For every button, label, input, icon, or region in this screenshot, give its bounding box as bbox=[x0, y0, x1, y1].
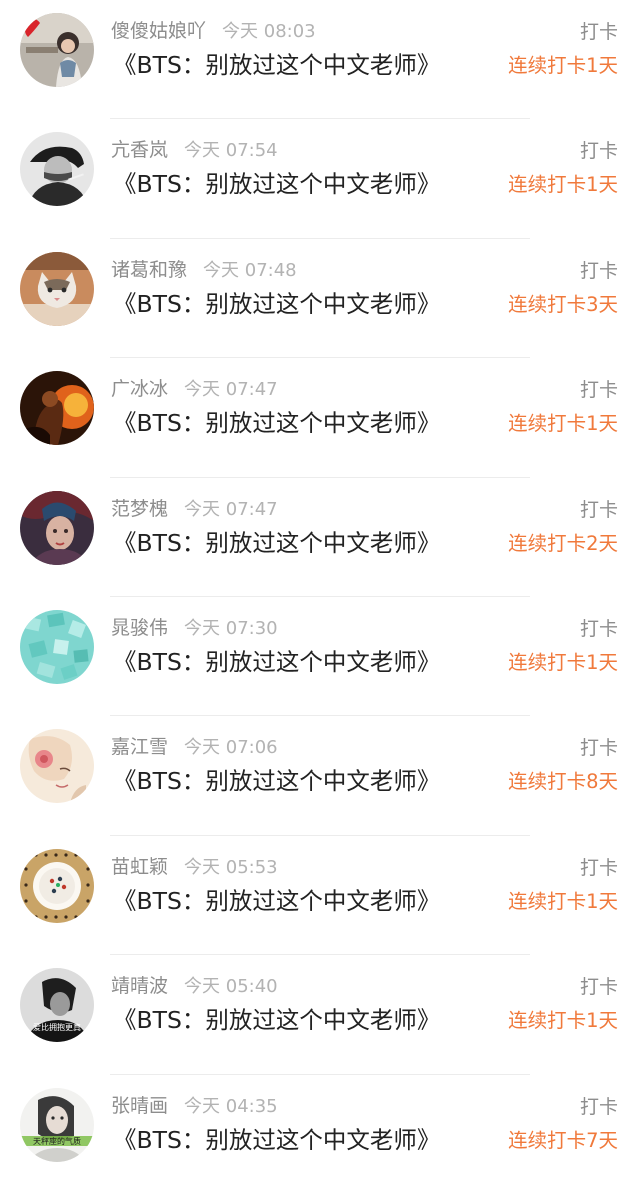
course-title[interactable]: 《BTS：别放过这个中文老师》 bbox=[113, 646, 440, 678]
list-item[interactable]: 爱比拥抱更真 靖晴波 今天 05:40 《BTS：别放过这个中文老师》 打卡 连续… bbox=[0, 955, 640, 1075]
checkin-tag: 打卡 bbox=[579, 498, 618, 521]
avatar-girl-photo-icon[interactable] bbox=[20, 13, 94, 87]
checkin-feed-list: 傻傻姑娘吖 今天 08:03 《BTS：别放过这个中文老师》 打卡 连续打卡1天 … bbox=[0, 0, 640, 1194]
avatar-plate-icon[interactable] bbox=[20, 848, 94, 923]
avatar-bw-portrait-icon[interactable] bbox=[20, 132, 94, 207]
streak-text: 连续打卡1天 bbox=[508, 889, 618, 913]
avatar-game-character-icon[interactable] bbox=[20, 490, 94, 565]
list-item[interactable]: 诸葛和豫 今天 07:48 《BTS：别放过这个中文老师》 打卡 连续打卡3天 bbox=[0, 239, 640, 359]
post-time: 今天 07:54 bbox=[184, 140, 278, 162]
checkin-tag: 打卡 bbox=[579, 21, 618, 43]
course-title[interactable]: 《BTS：别放过这个中文老师》 bbox=[113, 527, 440, 559]
course-title[interactable]: 《BTS：别放过这个中文老师》 bbox=[113, 885, 440, 917]
post-time: 今天 07:47 bbox=[184, 498, 278, 520]
checkin-tag: 打卡 bbox=[579, 140, 618, 163]
user-name[interactable]: 张晴画 bbox=[111, 1095, 168, 1117]
course-title[interactable]: 《BTS：别放过这个中文老师》 bbox=[113, 765, 440, 797]
list-item[interactable]: 傻傻姑娘吖 今天 08:03 《BTS：别放过这个中文老师》 打卡 连续打卡1天 bbox=[0, 0, 640, 120]
user-name[interactable]: 苗虹颖 bbox=[111, 856, 168, 878]
course-title[interactable]: 《BTS：别放过这个中文老师》 bbox=[113, 1004, 440, 1036]
user-name[interactable]: 靖晴波 bbox=[111, 975, 168, 997]
checkin-tag: 打卡 bbox=[579, 617, 618, 640]
course-title[interactable]: 《BTS：别放过这个中文老师》 bbox=[113, 168, 440, 200]
checkin-tag: 打卡 bbox=[579, 976, 618, 999]
avatar-caption: 天秤座的气质 bbox=[33, 1136, 81, 1146]
item-meta: 亢香岚 今天 07:54 bbox=[111, 137, 278, 164]
post-time: 今天 07:47 bbox=[184, 379, 278, 401]
streak-text: 连续打卡3天 bbox=[508, 292, 618, 316]
checkin-tag: 打卡 bbox=[579, 1095, 618, 1118]
list-item[interactable]: 嘉江雪 今天 07:06 《BTS：别放过这个中文老师》 打卡 连续打卡8天 bbox=[0, 716, 640, 836]
item-meta: 范梦槐 今天 07:47 bbox=[111, 496, 278, 523]
post-time: 今天 05:40 bbox=[184, 976, 278, 998]
avatar-light-portrait-icon[interactable]: 天秤座的气质 bbox=[20, 1087, 94, 1162]
avatar-fire-warrior-icon[interactable] bbox=[20, 371, 94, 446]
list-item[interactable]: 亢香岚 今天 07:54 《BTS：别放过这个中文老师》 打卡 连续打卡1天 bbox=[0, 119, 640, 239]
post-time: 今天 04:35 bbox=[184, 1095, 278, 1117]
course-title[interactable]: 《BTS：别放过这个中文老师》 bbox=[113, 49, 440, 81]
checkin-tag: 打卡 bbox=[579, 737, 618, 760]
list-item[interactable]: 广冰冰 今天 07:47 《BTS：别放过这个中文老师》 打卡 连续打卡1天 bbox=[0, 358, 640, 478]
user-name[interactable]: 范梦槐 bbox=[111, 498, 168, 520]
item-meta: 嘉江雪 今天 07:06 bbox=[111, 734, 278, 761]
item-meta: 晁骏伟 今天 07:30 bbox=[111, 615, 278, 642]
avatar-illustrated-girl-icon[interactable] bbox=[20, 729, 94, 804]
streak-text: 连续打卡1天 bbox=[508, 173, 618, 197]
item-meta: 傻傻姑娘吖 今天 08:03 bbox=[111, 18, 316, 45]
item-meta: 靖晴波 今天 05:40 bbox=[111, 973, 278, 1000]
streak-text: 连续打卡8天 bbox=[508, 770, 618, 794]
streak-text: 连续打卡1天 bbox=[508, 54, 618, 77]
user-name[interactable]: 亢香岚 bbox=[111, 139, 168, 161]
streak-text: 连续打卡1天 bbox=[508, 1009, 618, 1033]
item-meta: 张晴画 今天 04:35 bbox=[111, 1093, 278, 1120]
avatar-teal-texture-icon[interactable] bbox=[20, 609, 94, 684]
user-name[interactable]: 广冰冰 bbox=[111, 378, 168, 400]
course-title[interactable]: 《BTS：别放过这个中文老师》 bbox=[113, 288, 440, 320]
checkin-tag: 打卡 bbox=[579, 379, 618, 402]
user-name[interactable]: 晁骏伟 bbox=[111, 617, 168, 639]
item-meta: 苗虹颖 今天 05:53 bbox=[111, 854, 278, 881]
list-item[interactable]: 苗虹颖 今天 05:53 《BTS：别放过这个中文老师》 打卡 连续打卡1天 bbox=[0, 836, 640, 956]
user-name[interactable]: 傻傻姑娘吖 bbox=[111, 20, 206, 42]
checkin-tag: 打卡 bbox=[579, 856, 618, 879]
streak-text: 连续打卡1天 bbox=[508, 650, 618, 674]
post-time: 今天 07:30 bbox=[184, 617, 278, 639]
post-time: 今天 07:48 bbox=[203, 259, 297, 281]
avatar-caption: 爱比拥抱更真 bbox=[33, 1022, 81, 1032]
list-item[interactable]: 晁骏伟 今天 07:30 《BTS：别放过这个中文老师》 打卡 连续打卡1天 bbox=[0, 597, 640, 717]
streak-text: 连续打卡2天 bbox=[508, 531, 618, 555]
post-time: 今天 07:06 bbox=[184, 737, 278, 759]
streak-text: 连续打卡7天 bbox=[508, 1128, 618, 1152]
streak-text: 连续打卡1天 bbox=[508, 412, 618, 436]
user-name[interactable]: 嘉江雪 bbox=[111, 736, 168, 758]
checkin-tag: 打卡 bbox=[579, 259, 618, 282]
course-title[interactable]: 《BTS：别放过这个中文老师》 bbox=[113, 1124, 440, 1156]
avatar-cat-icon[interactable] bbox=[20, 251, 94, 326]
list-item[interactable]: 范梦槐 今天 07:47 《BTS：别放过这个中文老师》 打卡 连续打卡2天 bbox=[0, 478, 640, 597]
post-time: 今天 05:53 bbox=[184, 856, 278, 878]
user-name[interactable]: 诸葛和豫 bbox=[111, 259, 187, 281]
item-meta: 诸葛和豫 今天 07:48 bbox=[111, 257, 297, 284]
item-meta: 广冰冰 今天 07:47 bbox=[111, 376, 278, 403]
list-item[interactable]: 天秤座的气质 张晴画 今天 04:35 《BTS：别放过这个中文老师》 打卡 连续… bbox=[0, 1075, 640, 1194]
avatar-dark-portrait-icon[interactable]: 爱比拥抱更真 bbox=[20, 968, 94, 1043]
course-title[interactable]: 《BTS：别放过这个中文老师》 bbox=[113, 407, 440, 439]
post-time: 今天 08:03 bbox=[222, 21, 316, 42]
